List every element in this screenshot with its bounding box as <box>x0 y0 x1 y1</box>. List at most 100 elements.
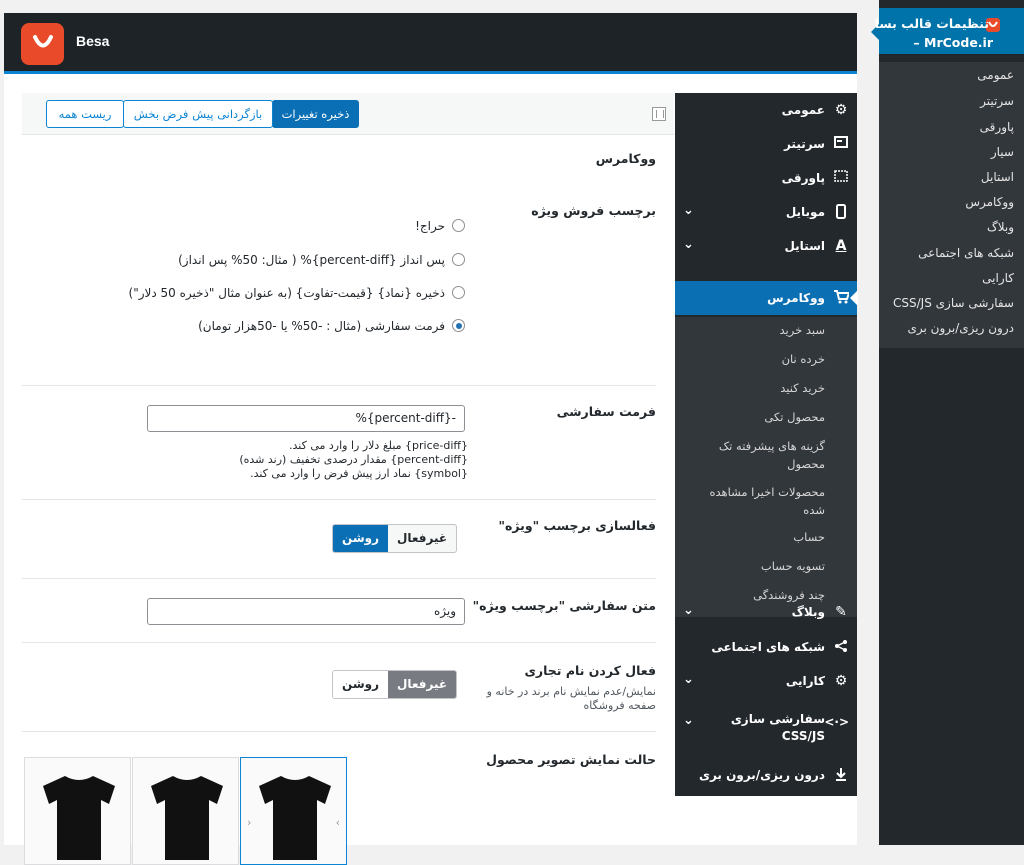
chevron-left-icon[interactable]: ‹ <box>247 816 251 829</box>
chevron-down-icon: ⌄ <box>683 713 694 728</box>
wp-submenu-header[interactable]: سرتیتر <box>980 94 1014 108</box>
sale-option-radio-2[interactable] <box>452 286 465 299</box>
options-toolbar: ذخیره تغییرات بازگردانی پیش فرض بخش ریست… <box>22 93 674 135</box>
wp-submenu-import-export[interactable]: درون ریزی/برون بری <box>908 321 1015 335</box>
chevron-right-icon[interactable]: › <box>336 816 340 829</box>
activate-label-title: فعالسازی برچسب "ویژه" <box>498 518 656 533</box>
nav-sub-advanced-single[interactable]: گزینه های پیشرفته تک محصول <box>705 437 825 473</box>
nav-label: کارایی <box>785 674 825 688</box>
wp-menu-theme-settings[interactable]: تنظیمات قالب بسا MrCode.ir – <box>871 8 1024 54</box>
switch-off[interactable]: غیرفعال <box>388 671 456 698</box>
footer-grid-icon <box>833 170 849 186</box>
chevron-down-icon: ⌄ <box>683 237 694 252</box>
activate-label-switch[interactable]: روشن غیرفعال <box>332 524 457 553</box>
options-content: ذخیره تغییرات بازگردانی پیش فرض بخش ریست… <box>22 93 674 865</box>
nav-label: عمومی <box>781 103 825 117</box>
sale-option-radio-0[interactable] <box>452 219 465 232</box>
share-icon <box>833 639 849 655</box>
divider <box>22 385 656 386</box>
besa-logo <box>21 23 64 65</box>
nav-woocommerce[interactable]: ووکامرس <box>675 281 858 315</box>
sale-option-label: حراج! <box>415 219 445 233</box>
header-layout-icon <box>833 136 849 152</box>
image-mode-option-3[interactable] <box>24 757 131 865</box>
format-help-line: {symbol} نماد ارز پیش فرض را وارد می کند… <box>250 467 468 480</box>
wp-menu-label: تنظیمات قالب بسا <box>874 16 989 31</box>
sale-option-label: پس انداز {percent-diff}% ( مثال: 50% پس … <box>178 253 445 267</box>
gear-icon: ⚙ <box>834 673 848 689</box>
nav-label: استایل <box>784 239 825 253</box>
brand-name-desc: نمایش/عدم نمایش نام برند در خانه و <box>486 685 656 698</box>
nav-sub-cart[interactable]: سبد خرید <box>705 321 826 339</box>
nav-import-export[interactable]: درون ریزی/برون بری <box>675 758 857 792</box>
reset-all-button[interactable]: ریست همه <box>46 100 124 128</box>
custom-format-title: فرمت سفارشی <box>556 404 656 419</box>
custom-format-input[interactable]: -{percent-diff}% <box>147 405 465 432</box>
sale-option-radio-1[interactable] <box>452 253 465 266</box>
wp-submenu-woocommerce[interactable]: ووکامرس <box>965 195 1014 209</box>
divider <box>22 731 656 732</box>
page-title: ووکامرس <box>595 151 656 166</box>
sidebar-toggle-icon[interactable] <box>652 107 666 121</box>
nav-label: پاورقی <box>781 171 825 185</box>
wp-submenu-custom-css[interactable]: سفارشی سازی CSS/JS <box>893 296 1014 310</box>
wp-submenu-performance[interactable]: کارایی <box>982 271 1014 285</box>
nav-sub-recently-viewed[interactable]: محصولات اخیرا مشاهده شده <box>705 483 825 519</box>
chevron-down-icon: ⌄ <box>683 672 694 687</box>
sale-option-label: فرمت سفارشی (مثال : -50% یا -50هزار توما… <box>198 319 445 333</box>
nav-footer[interactable]: پاورقی <box>675 161 857 195</box>
chevron-down-icon: ⌄ <box>683 603 694 618</box>
wp-submenu-mobile[interactable]: سیار <box>991 145 1014 159</box>
nav-custom-css[interactable]: <·> سفارشی سازی CSS/JS ⌄ <box>675 705 857 753</box>
nav-header[interactable]: سرتیتر <box>675 127 857 161</box>
nav-sub-shop[interactable]: خرید کنید <box>705 379 825 397</box>
sale-option-radio-3[interactable] <box>452 319 465 332</box>
nav-sub-account[interactable]: حساب <box>705 528 825 546</box>
wp-submenu-general[interactable]: عمومی <box>977 68 1014 82</box>
switch-on[interactable]: روشن <box>333 525 388 552</box>
wp-menu-site: MrCode.ir – <box>913 35 993 50</box>
divider <box>22 499 656 500</box>
wp-submenu-blog[interactable]: وبلاگ <box>987 220 1014 234</box>
nav-label: وبلاگ <box>791 605 825 619</box>
nav-label: سفارشی سازی CSS/JS <box>730 712 825 743</box>
sale-option-label: ذخیره {نماد} {قیمت-تفاوت} (به عنوان مثال… <box>128 286 445 300</box>
active-notch <box>850 290 858 306</box>
switch-on[interactable]: روشن <box>333 671 388 698</box>
save-changes-button[interactable]: ذخیره تغییرات <box>272 100 359 128</box>
nav-label: شبکه های اجتماعی <box>711 640 825 654</box>
wp-admin-menu: تنظیمات قالب بسا MrCode.ir – عمومی سرتیت… <box>871 0 1024 845</box>
wp-submenu: عمومی سرتیتر پاورقی سیار استایل ووکامرس … <box>879 62 1024 348</box>
nav-sub-checkout[interactable]: تسویه حساب <box>705 557 825 575</box>
options-header: Besa <box>4 13 857 71</box>
nav-mobile[interactable]: موبایل ⌄ <box>675 195 857 229</box>
wp-submenu-social[interactable]: شبکه های اجتماعی <box>918 246 1014 260</box>
format-help-line: {percent-diff} مقدار درصدی تخفیف (رند شد… <box>239 453 468 466</box>
nav-sub-breadcrumb[interactable]: خرده نان <box>705 350 825 368</box>
nav-performance[interactable]: ⚙ کارایی ⌄ <box>675 664 857 698</box>
wp-submenu-footer[interactable]: پاورقی <box>980 120 1014 134</box>
nav-sub-single-product[interactable]: محصول تکی <box>705 408 825 426</box>
nav-label: درون ریزی/برون بری <box>698 768 825 782</box>
custom-text-input[interactable]: ویژه <box>147 598 465 625</box>
brand-name-title: فعال کردن نام تجاری <box>524 663 656 678</box>
brand-name-switch[interactable]: روشن غیرفعال <box>332 670 457 699</box>
nav-social[interactable]: شبکه های اجتماعی <box>675 630 857 664</box>
brand-name-desc: صفحه فروشگاه <box>583 699 656 712</box>
cart-icon <box>833 290 851 306</box>
image-mode-option-2[interactable] <box>132 757 239 865</box>
chevron-down-icon: ⌄ <box>683 203 694 218</box>
nav-blog[interactable]: ✎ وبلاگ ⌄ <box>675 595 857 629</box>
gear-icon: ⚙ <box>834 102 848 118</box>
woocommerce-submenu: سبد خرید خرده نان خرید کنید محصول تکی گز… <box>675 317 857 617</box>
image-mode-title: حالت نمایش تصویر محصول <box>486 752 656 767</box>
header-accent-line <box>4 71 857 74</box>
reset-section-button[interactable]: بازگردانی پیش فرض بخش <box>123 100 273 128</box>
image-mode-option-1[interactable]: ‹ › <box>240 757 347 865</box>
nav-general[interactable]: ⚙ عمومی <box>675 93 857 127</box>
nav-style[interactable]: A استایل ⌄ <box>675 229 857 263</box>
wp-submenu-style[interactable]: استایل <box>981 170 1014 184</box>
switch-off[interactable]: غیرفعال <box>388 525 456 552</box>
theme-options-panel: Besa ⚙ عمومی سرتیتر پاورقی موبایل ⌄ A اس… <box>4 13 858 865</box>
code-icon: <·> <box>824 715 849 729</box>
